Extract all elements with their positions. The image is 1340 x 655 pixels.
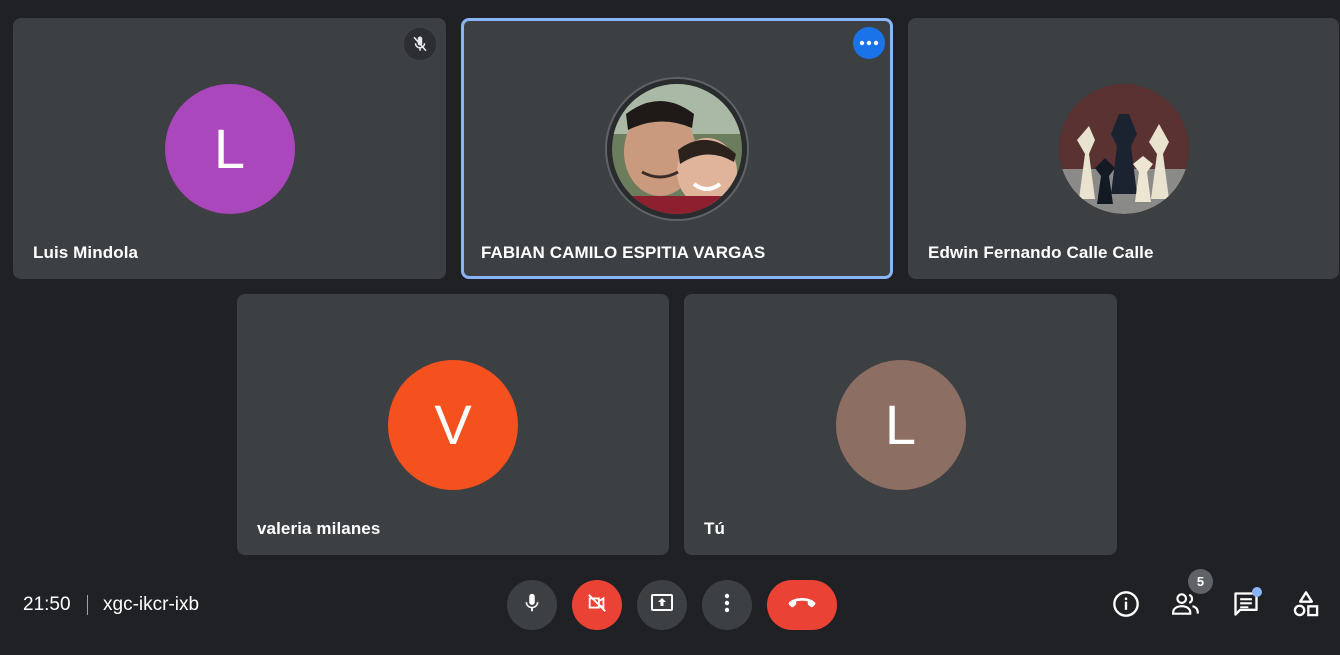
chat-notification-dot (1252, 587, 1262, 597)
meeting-code: xgc-ikcr-ixb (103, 594, 200, 615)
avatar-initial: L (213, 117, 246, 180)
activities-icon (1292, 590, 1320, 623)
activities-button[interactable] (1288, 588, 1324, 624)
avatar-initial: V (434, 393, 472, 456)
avatar-initial: L (884, 393, 917, 456)
father-and-son-photo (605, 76, 749, 221)
end-call-button[interactable] (767, 580, 837, 630)
avatar-valeria: V (388, 359, 518, 490)
mic-button[interactable] (507, 580, 557, 630)
participant-tile-luis[interactable]: L Luis Mindola (13, 18, 446, 279)
info-icon (1112, 590, 1140, 623)
end-call-icon (787, 596, 817, 615)
mic-off-icon (404, 28, 436, 60)
people-icon (1171, 591, 1201, 622)
camera-off-icon (586, 592, 608, 619)
participant-tile-valeria[interactable]: V valeria milanes (237, 294, 669, 555)
more-options-icon[interactable] (853, 27, 885, 59)
participant-name: Tú (704, 519, 725, 538)
participant-count-badge: 5 (1188, 569, 1213, 594)
participant-name: Luis Mindola (33, 243, 139, 262)
mic-icon (521, 592, 543, 619)
participant-tile-fabian[interactable]: FABIAN CAMILO ESPITIA VARGAS (461, 18, 893, 279)
chess-pieces-photo (1058, 83, 1189, 214)
participant-name: valeria milanes (257, 519, 381, 538)
more-options-button[interactable] (702, 580, 752, 630)
avatar-self: L (835, 359, 966, 490)
meeting-details-button[interactable] (1108, 588, 1144, 624)
participant-tile-self[interactable]: L Tú (684, 294, 1117, 555)
present-screen-icon (650, 592, 674, 619)
avatar-luis: L (164, 83, 295, 214)
divider (87, 595, 88, 615)
camera-toggle-button[interactable] (572, 580, 622, 630)
participant-tile-edwin[interactable]: Edwin Fernando Calle Calle (908, 18, 1339, 279)
bottom-control-bar: 21:50 xgc-ikcr-ixb (0, 560, 1340, 655)
meeting-clock: 21:50 (23, 594, 71, 615)
present-screen-button[interactable] (637, 580, 687, 630)
participant-name: Edwin Fernando Calle Calle (928, 243, 1154, 262)
more-options-icon (724, 592, 730, 619)
participant-name: FABIAN CAMILO ESPITIA VARGAS (481, 243, 766, 262)
